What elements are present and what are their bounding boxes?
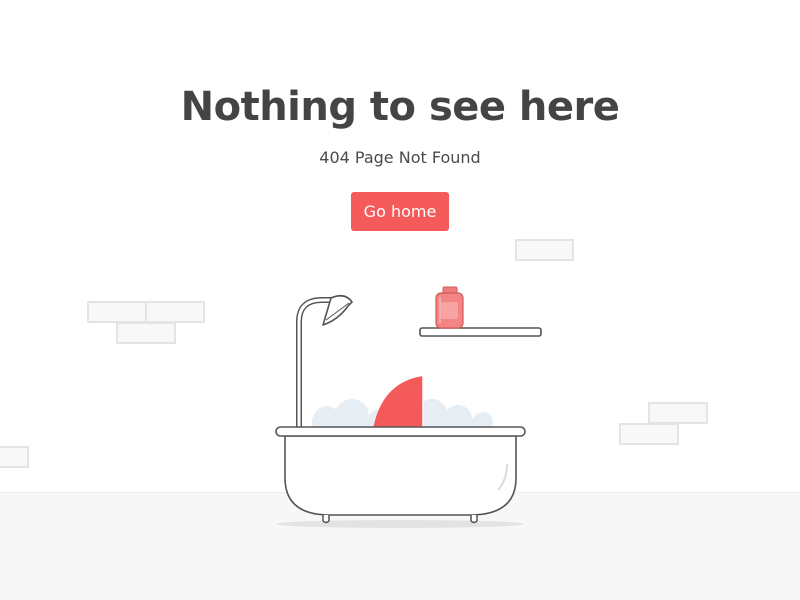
error-message: 404 Page Not Found	[319, 148, 481, 167]
tub-shadow	[276, 520, 524, 528]
not-found-page: Nothing to see here 404 Page Not Found G…	[0, 0, 800, 600]
shark-fin-icon	[373, 376, 424, 429]
shelf	[419, 327, 542, 337]
bathtub-icon	[275, 426, 526, 524]
soap-bottle-icon	[435, 286, 464, 329]
page-title: Nothing to see here	[180, 84, 620, 130]
go-home-button[interactable]: Go home	[351, 192, 449, 231]
